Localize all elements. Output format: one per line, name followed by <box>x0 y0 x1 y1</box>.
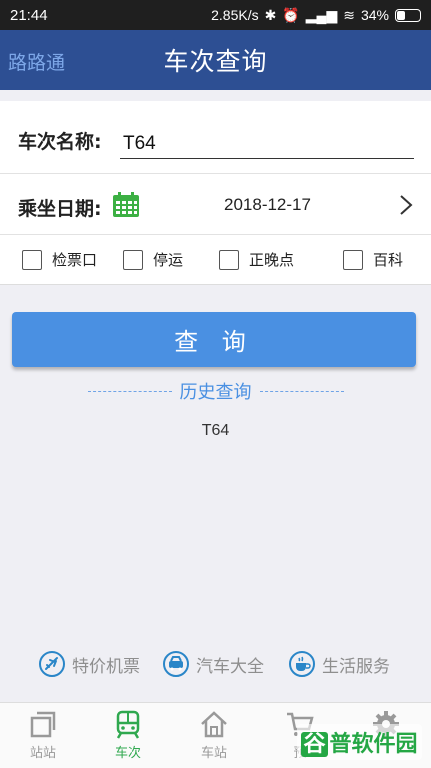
watermark-rest: 普软件园 <box>329 732 418 757</box>
chevron-right-icon[interactable] <box>398 194 414 216</box>
watermark: 谷普软件园 <box>294 722 425 762</box>
option-label: 检票口 <box>52 251 98 269</box>
status-right: 2.85K/s ✱ ⏰ ▂▄▆ ≋ 34% <box>211 7 421 24</box>
status-bar: 21:44 2.85K/s ✱ ⏰ ▂▄▆ ≋ 34% <box>0 0 431 30</box>
query-form: 车次名称: 乘坐日期: 2018-12-17 检票口 停运 <box>0 101 431 285</box>
history-header: 历史查询 <box>0 378 431 404</box>
date-row[interactable]: 乘坐日期: 2018-12-17 <box>0 173 431 235</box>
option-suspended[interactable]: 停运 <box>123 249 183 270</box>
option-label: 百科 <box>373 251 404 269</box>
query-button[interactable]: 查 询 <box>12 312 416 367</box>
service-life[interactable]: 生活服务 <box>288 650 390 678</box>
divider <box>259 390 344 392</box>
checkbox[interactable] <box>219 249 239 270</box>
service-label: 特价机票 <box>72 656 140 677</box>
watermark-text: 谷普软件园 <box>297 724 422 760</box>
nav-label: 车站 <box>200 746 227 761</box>
service-flight[interactable]: 特价机票 <box>38 650 140 678</box>
station-pair-icon <box>30 711 56 738</box>
option-ticket-gate[interactable]: 检票口 <box>22 249 97 270</box>
date-label: 乘坐日期: <box>18 198 102 220</box>
signal-icon: ▂▄▆ <box>305 6 338 23</box>
services-bar: 特价机票 汽车大全 生活服务 <box>0 648 431 684</box>
network-speed: 2.85K/s <box>211 7 259 23</box>
page-title: 车次查询 <box>163 47 268 76</box>
checkbox[interactable] <box>22 249 42 270</box>
train-row: 车次名称: <box>0 101 431 173</box>
divider <box>87 390 172 392</box>
service-label: 生活服务 <box>322 656 390 677</box>
option-label: 停运 <box>153 251 184 269</box>
home-station-icon <box>201 711 227 738</box>
train-input[interactable] <box>120 129 414 159</box>
history-item[interactable]: T64 <box>0 422 431 440</box>
nav-label: 车次 <box>114 746 141 761</box>
car-icon <box>163 651 189 677</box>
nav-station-to-station[interactable]: 站站 <box>13 709 73 761</box>
bluetooth-icon: ✱ <box>264 6 277 23</box>
option-wiki[interactable]: 百科 <box>343 249 403 270</box>
service-bus[interactable]: 汽车大全 <box>162 650 264 678</box>
alarm-icon: ⏰ <box>282 6 300 23</box>
date-value[interactable]: 2018-12-17 <box>224 195 311 215</box>
watermark-first: 谷 <box>301 732 328 757</box>
coffee-icon <box>289 651 315 677</box>
nav-station[interactable]: 车站 <box>184 709 244 761</box>
option-label: 正晚点 <box>249 251 295 269</box>
train-icon <box>116 710 140 739</box>
train-label: 车次名称: <box>18 131 102 153</box>
nav-train[interactable]: 车次 <box>98 709 158 761</box>
options-row: 检票口 停运 正晚点 百科 <box>0 235 431 285</box>
battery-icon <box>395 8 421 22</box>
brand-link[interactable]: 路路通 <box>8 48 65 75</box>
service-label: 汽车大全 <box>196 656 264 677</box>
plane-icon <box>39 651 65 677</box>
option-delay[interactable]: 正晚点 <box>219 249 294 270</box>
app-header: 路路通 车次查询 <box>0 30 431 90</box>
checkbox[interactable] <box>123 249 143 270</box>
battery-percent: 34% <box>360 7 389 23</box>
calendar-icon[interactable] <box>112 192 140 218</box>
wifi-icon: ≋ <box>343 6 355 23</box>
checkbox[interactable] <box>343 249 363 270</box>
status-time: 21:44 <box>10 6 48 24</box>
nav-label: 站站 <box>29 746 56 761</box>
history-title: 历史查询 <box>179 382 252 403</box>
